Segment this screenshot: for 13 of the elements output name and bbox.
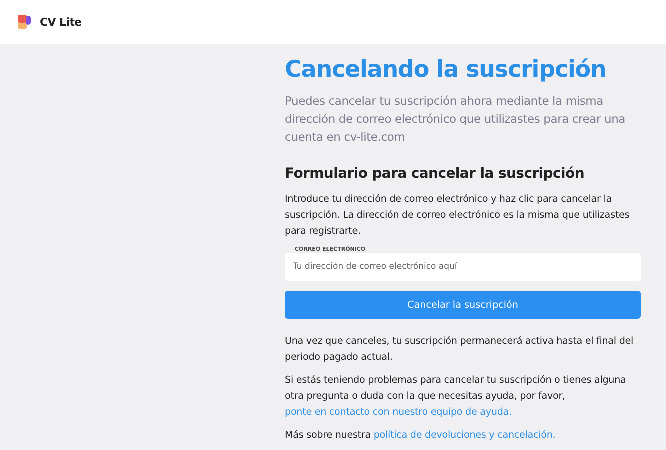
page-subtitle: Puedes cancelar tu suscripción ahora mediante la misma dirección de correo electrónico que utilizastes para crear una cuenta en cv-lite.com	[285, 93, 627, 146]
cancel-subscription-button[interactable]: Cancelar la suscripción	[285, 291, 641, 319]
note-paragraph: Si estás teniendo problemas para cancelar tu suscripción o tienes alguna otra pregunta o duda con la que necesitas ayuda, por favor, ponte en contacto con nuestro equipo de ayuda.	[285, 374, 628, 420]
email-field[interactable]: Tu dirección de correo electrónico aquí	[285, 253, 641, 281]
help-link[interactable]: ponte en contacto con nuestro equipo de ayuda.	[285, 407, 512, 418]
form-heading: Formulario para cancelar la suscripción	[285, 166, 586, 182]
note-paragraph: Una vez que canceles, tu suscripción permanecerá activa hasta el final del periodo pagado actual.	[285, 335, 635, 365]
page-title: Cancelando la suscripción	[285, 56, 608, 85]
help-link[interactable]: política de devoluciones y cancelación.	[374, 430, 556, 441]
form-intro: Introduce tu dirección de correo electrónico y haz clic para cancelar la suscripción. La dirección de correo electrónico es la misma que utilizastes para registrarte.	[285, 193, 631, 239]
logo-icon	[18, 15, 32, 29]
note-paragraph: Más sobre nuestra política de devoluciones y cancelación.	[285, 429, 557, 443]
brand-name: CV Lite	[40, 16, 82, 28]
